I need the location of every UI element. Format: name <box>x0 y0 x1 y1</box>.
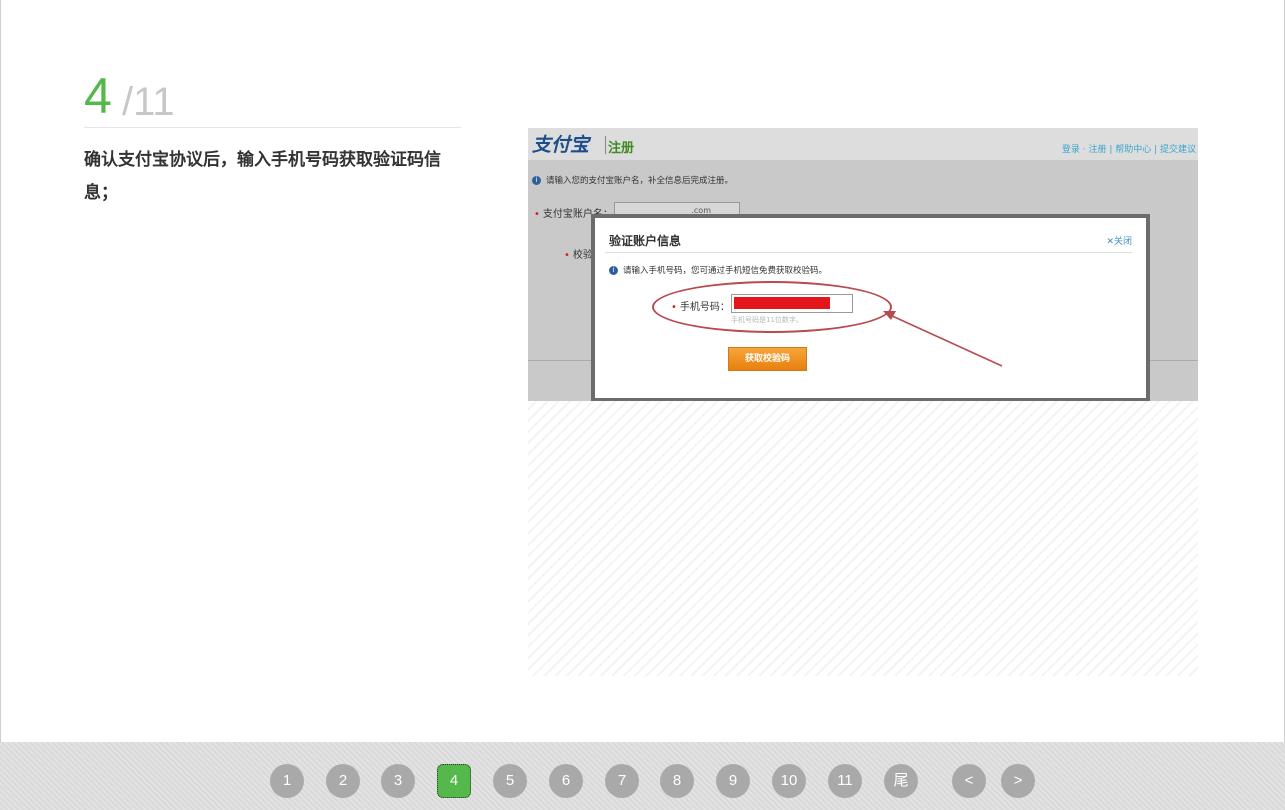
page-10-button[interactable]: 10 <box>772 764 806 798</box>
page-2-button[interactable]: 2 <box>326 764 360 798</box>
page-6-button[interactable]: 6 <box>549 764 583 798</box>
page-9-button[interactable]: 9 <box>716 764 750 798</box>
step-current-number: 4 <box>84 68 112 124</box>
step-description: 确认支付宝协议后，输入手机号码获取验证码信息； <box>84 150 441 203</box>
annotation-arrow-icon <box>883 311 1003 367</box>
page-11-button[interactable]: 11 <box>828 764 862 798</box>
step-header: 4 /11 <box>84 70 461 128</box>
last-page-button[interactable]: 尾 <box>884 764 918 798</box>
page-7-button[interactable]: 7 <box>605 764 639 798</box>
page-8-button[interactable]: 8 <box>660 764 694 798</box>
page-5-button[interactable]: 5 <box>493 764 527 798</box>
next-page-button[interactable]: > <box>1001 764 1035 798</box>
page-1-button[interactable]: 1 <box>270 764 304 798</box>
page-3-button[interactable]: 3 <box>381 764 415 798</box>
embedded-screenshot: 支付宝 注册 登录 · 注册 | 帮助中心 | 提交建议 i 请输入您的支付宝账户… <box>528 128 1198 401</box>
content-frame: 4 /11 确认支付宝协议后，输入手机号码获取验证码信息； 支付宝 注册 登录 … <box>0 0 1285 742</box>
pagination-bar: 1 2 3 4 5 6 7 8 9 10 11 尾 < > <box>0 742 1285 810</box>
prev-page-button[interactable]: < <box>952 764 986 798</box>
screenshot-panel: 支付宝 注册 登录 · 注册 | 帮助中心 | 提交建议 i 请输入您的支付宝账户… <box>528 128 1198 676</box>
page-4-button[interactable]: 4 <box>437 764 471 798</box>
step-total-number: /11 <box>122 80 175 124</box>
